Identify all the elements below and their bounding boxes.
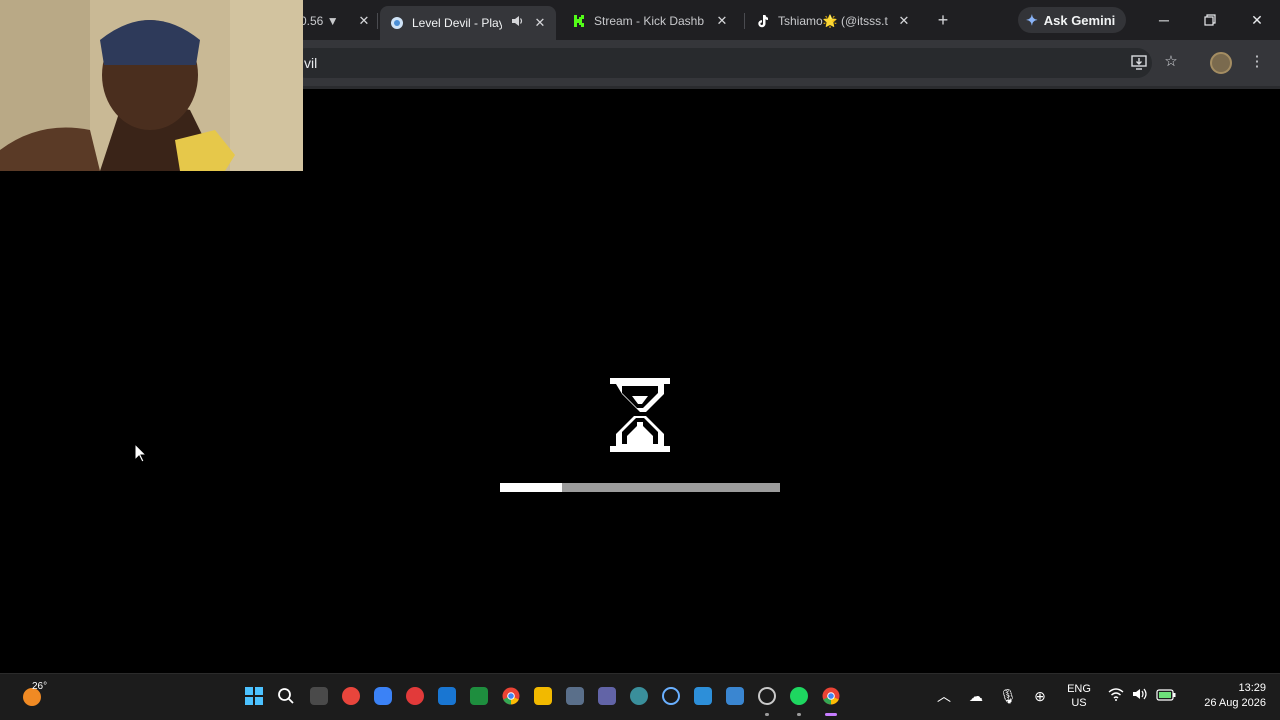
browser-menu-icon[interactable]: ⋮ [1246, 51, 1268, 73]
loading-progress-fill [500, 483, 562, 492]
show-hidden-icons-chevron-icon[interactable]: ︿ [934, 687, 954, 705]
task-view-icon[interactable] [310, 687, 328, 705]
ask-gemini-button[interactable]: ✦ Ask Gemini [1018, 7, 1126, 33]
microphone-icon[interactable]: 🎙 [998, 687, 1018, 705]
spotify-icon[interactable] [790, 687, 808, 705]
profile-avatar[interactable] [1210, 52, 1232, 74]
tab-title: Tshiamo🌟 (@itsss.t [778, 14, 888, 28]
wifi-icon[interactable] [1106, 687, 1126, 705]
restore-button[interactable] [1198, 8, 1222, 32]
language-code: ENG [1067, 683, 1091, 695]
vpn-globe-icon[interactable]: ⊕ [1030, 687, 1050, 705]
vscode-icon[interactable] [694, 687, 712, 705]
mouse-pointer-icon [134, 443, 148, 463]
keyboard-layout-code: US [1071, 697, 1087, 709]
cortana-icon[interactable] [662, 687, 680, 705]
webcam-overlay [0, 0, 303, 171]
running-indicator [765, 713, 769, 716]
install-app-icon[interactable] [1128, 51, 1150, 73]
close-window-button[interactable]: ✕ [1245, 8, 1269, 32]
weather-temperature[interactable]: 26° [32, 681, 47, 692]
close-icon[interactable]: ✕ [532, 15, 548, 31]
tab-title: 0.56 ▼ [300, 14, 339, 28]
close-icon[interactable]: ✕ [896, 13, 912, 29]
windows-start-icon[interactable] [245, 687, 263, 705]
chrome-active-icon[interactable] [822, 687, 840, 705]
tab-kick-dashboard[interactable]: Stream - Kick Dashbo ✕ [566, 6, 742, 36]
clock-time: 13:29 [1238, 682, 1266, 694]
audio-playing-icon[interactable] [510, 14, 524, 28]
excel-icon[interactable] [470, 687, 488, 705]
app-icon-red[interactable] [406, 687, 424, 705]
search-icon[interactable] [277, 687, 295, 705]
hourglass-loading-icon [610, 378, 670, 452]
battery-charging-icon[interactable] [1156, 687, 1176, 705]
level-devil-favicon-icon [390, 16, 404, 30]
close-icon[interactable]: ✕ [714, 13, 730, 29]
file-explorer-icon[interactable] [534, 687, 552, 705]
gemini-sparkle-icon: ✦ [1026, 11, 1038, 28]
tab-price-ticker[interactable]: 0.56 ▼ ✕ [300, 6, 378, 36]
close-icon[interactable]: ✕ [356, 13, 372, 29]
tab-level-devil[interactable]: Level Devil - Play ✕ [380, 6, 556, 40]
bookmark-star-icon[interactable]: ☆ [1160, 51, 1182, 73]
tab-title: Level Devil - Play [412, 16, 502, 30]
kick-logo-icon [572, 14, 586, 28]
running-indicator [797, 713, 801, 716]
volume-icon[interactable] [1130, 687, 1150, 705]
address-bar[interactable] [292, 48, 1152, 78]
teams-icon[interactable] [598, 687, 616, 705]
copilot-icon[interactable] [374, 687, 392, 705]
app-icon-teal[interactable] [630, 687, 648, 705]
obs-studio-icon[interactable] [758, 687, 776, 705]
calculator-icon[interactable] [566, 687, 584, 705]
active-app-indicator [825, 713, 837, 716]
tab-divider [377, 13, 378, 29]
word-icon[interactable] [438, 687, 456, 705]
input-language-indicator[interactable]: ENG US [1064, 682, 1094, 710]
clock-date: 26 Aug 2026 [1204, 697, 1266, 709]
address-bar-text[interactable]: vil [304, 55, 317, 71]
ask-gemini-label: Ask Gemini [1043, 12, 1116, 28]
tiktok-logo-icon [756, 14, 770, 28]
loading-progress-bar [500, 483, 780, 492]
new-tab-button[interactable]: + [933, 10, 953, 30]
minimize-button[interactable]: ─ [1152, 8, 1176, 32]
system-clock[interactable]: 13:29 26 Aug 2026 [1186, 681, 1266, 711]
tab-tiktok[interactable]: Tshiamo🌟 (@itsss.t ✕ [750, 6, 920, 36]
chrome-icon[interactable] [502, 687, 520, 705]
tab-divider [744, 13, 745, 29]
opera-gx-icon[interactable] [342, 687, 360, 705]
tab-title: Stream - Kick Dashbo [594, 14, 704, 28]
outlook-icon[interactable] [726, 687, 744, 705]
onedrive-cloud-icon[interactable]: ☁ [966, 687, 986, 705]
